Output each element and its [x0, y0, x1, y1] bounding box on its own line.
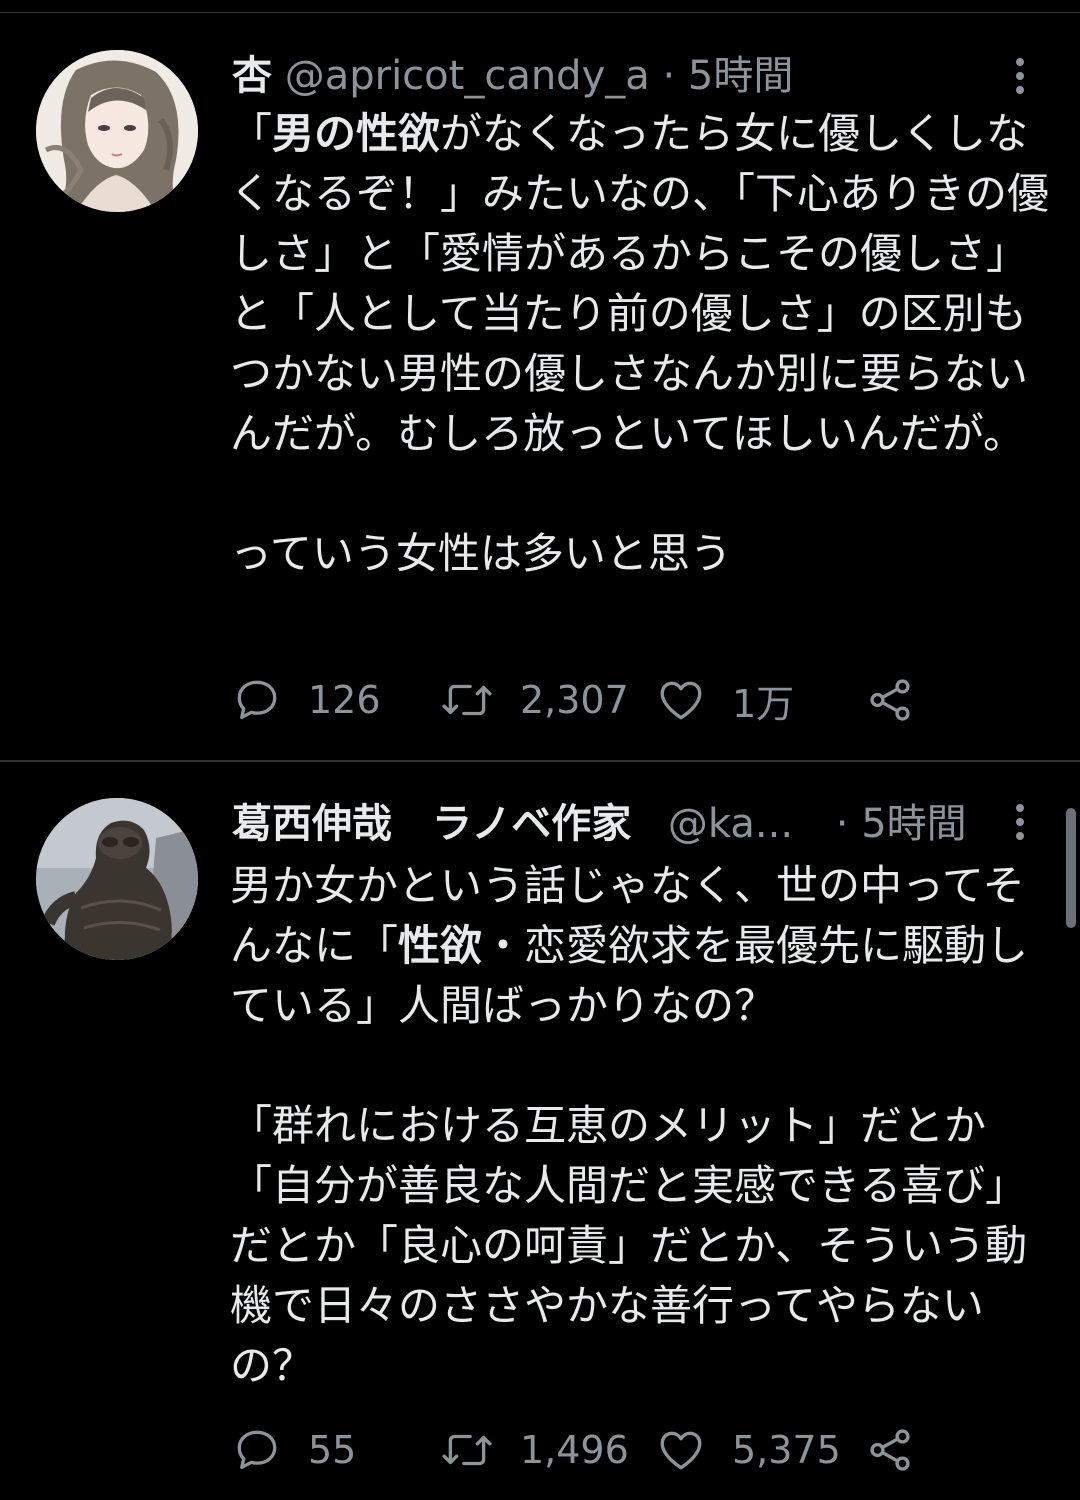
separator-dot: · — [662, 53, 676, 99]
timestamp[interactable]: 5時間 — [861, 801, 966, 847]
heart-icon — [660, 1431, 702, 1470]
heart-icon — [660, 681, 702, 720]
avatar[interactable] — [36, 798, 198, 960]
display-name[interactable]: 葛西伸哉 ラノベ作家 — [232, 801, 631, 847]
avatar[interactable] — [36, 50, 198, 212]
avatar-statue-photo — [36, 798, 198, 960]
reply-button[interactable]: 126 — [232, 670, 381, 730]
like-count: 5,375 — [732, 1428, 841, 1472]
user-handle[interactable]: @ka... — [668, 801, 793, 847]
tweet-text-bold: 性欲 — [398, 921, 483, 970]
tweet-divider — [0, 760, 1080, 762]
retweet-button[interactable]: 1,496 — [440, 1420, 629, 1480]
tweet-header: 葛西伸哉 ラノベ作家 @ka... · 5時間 — [232, 794, 967, 854]
top-divider — [0, 12, 1080, 13]
share-button[interactable] — [864, 670, 916, 730]
avatar-illustration — [36, 50, 198, 212]
like-button[interactable]: 5,375 — [656, 1420, 841, 1480]
like-button[interactable]: 1万 — [656, 670, 794, 730]
tweet-1[interactable]: 杏 @apricot_candy_a · 5時間 「男の性欲がなくなったら女に優… — [0, 14, 1080, 758]
separator-dot: · — [835, 801, 849, 847]
retweet-icon — [442, 684, 492, 716]
share-button[interactable] — [864, 1420, 916, 1480]
action-bar: 55 1,496 5,375 — [232, 1420, 932, 1480]
tweet-header: 杏 @apricot_candy_a · 5時間 — [232, 46, 793, 106]
like-count: 1万 — [732, 681, 795, 726]
reply-icon — [237, 1430, 277, 1469]
reply-count: 126 — [308, 678, 381, 722]
retweet-count: 2,307 — [520, 678, 629, 722]
retweet-button[interactable]: 2,307 — [440, 670, 629, 730]
scrollbar[interactable] — [1066, 808, 1076, 928]
tweet-text: 男か女かという話じゃなく、世の中ってそんなに「性欲・恋愛欲求を最優先に駆動してい… — [230, 856, 1050, 1396]
reply-button[interactable]: 55 — [232, 1420, 356, 1480]
more-vertical-icon[interactable] — [1008, 54, 1032, 102]
tweet-text-bold: 男の性欲 — [272, 109, 441, 158]
reply-count: 55 — [308, 1428, 357, 1472]
more-vertical-icon[interactable] — [1008, 800, 1032, 848]
tweet-text-part: 「 — [230, 109, 273, 158]
share-icon — [870, 679, 910, 721]
retweet-count: 1,496 — [520, 1428, 629, 1472]
reply-icon — [237, 680, 277, 719]
user-handle[interactable]: @apricot_candy_a — [285, 53, 650, 99]
timestamp[interactable]: 5時間 — [688, 53, 793, 99]
retweet-icon — [442, 1434, 492, 1466]
tweet-text-part: ・恋愛欲求を最優先に駆動している」人間ばっかりなの？ 「群れにおける互恵のメリッ… — [230, 921, 1029, 1390]
share-icon — [870, 1429, 910, 1471]
tweet-text: 「男の性欲がなくなったら女に優しくしなくなるぞ！」みたいなの、「下心ありきの優し… — [230, 104, 1050, 584]
display-name[interactable]: 杏 — [232, 53, 272, 99]
tweet-2[interactable]: 葛西伸哉 ラノベ作家 @ka... · 5時間 男か女かという話じゃなく、世の中… — [0, 764, 1080, 1500]
action-bar: 126 2,307 1万 — [232, 670, 932, 730]
tweet-text-part: がなくなったら女に優しくしなくなるぞ！」みたいなの、「下心ありきの優しさ」と「愛… — [230, 109, 1050, 578]
